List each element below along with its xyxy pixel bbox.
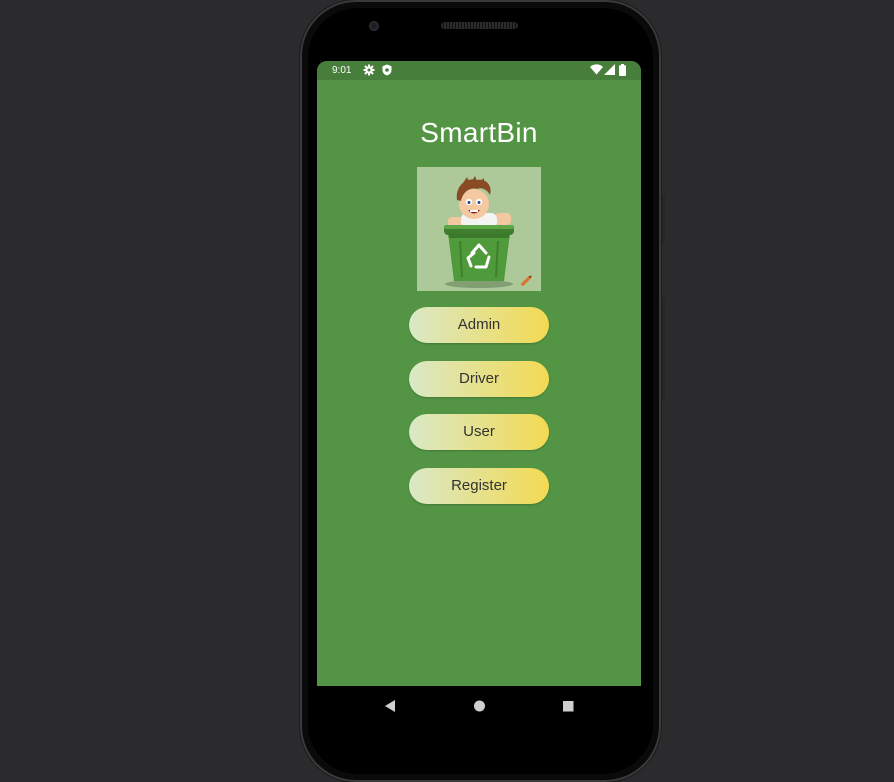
app-logo [417,167,541,291]
front-camera [369,21,379,31]
boy-in-bin-illustration [417,167,541,291]
shield-icon [382,64,392,76]
power-button [662,195,665,243]
driver-button[interactable]: Driver [409,361,549,397]
status-bar: 9:01 [317,61,641,80]
admin-button[interactable]: Admin [409,307,549,343]
navigation-bar [317,686,641,726]
status-time: 9:01 [332,65,352,76]
earpiece-speaker [441,22,518,29]
battery-icon [619,64,626,76]
volume-button [662,297,665,401]
app-title: SmartBin [420,117,538,148]
back-triangle-icon[interactable] [384,699,396,713]
settings-gear-icon [363,64,375,76]
register-button[interactable]: Register [409,468,549,504]
app-screen: 9:01 SmartBin Admin Driver User Register [317,61,641,686]
home-circle-icon[interactable] [473,699,486,713]
signal-icon [604,64,615,75]
wifi-icon [590,64,603,75]
recents-square-icon[interactable] [562,699,574,713]
user-button[interactable]: User [409,414,549,450]
